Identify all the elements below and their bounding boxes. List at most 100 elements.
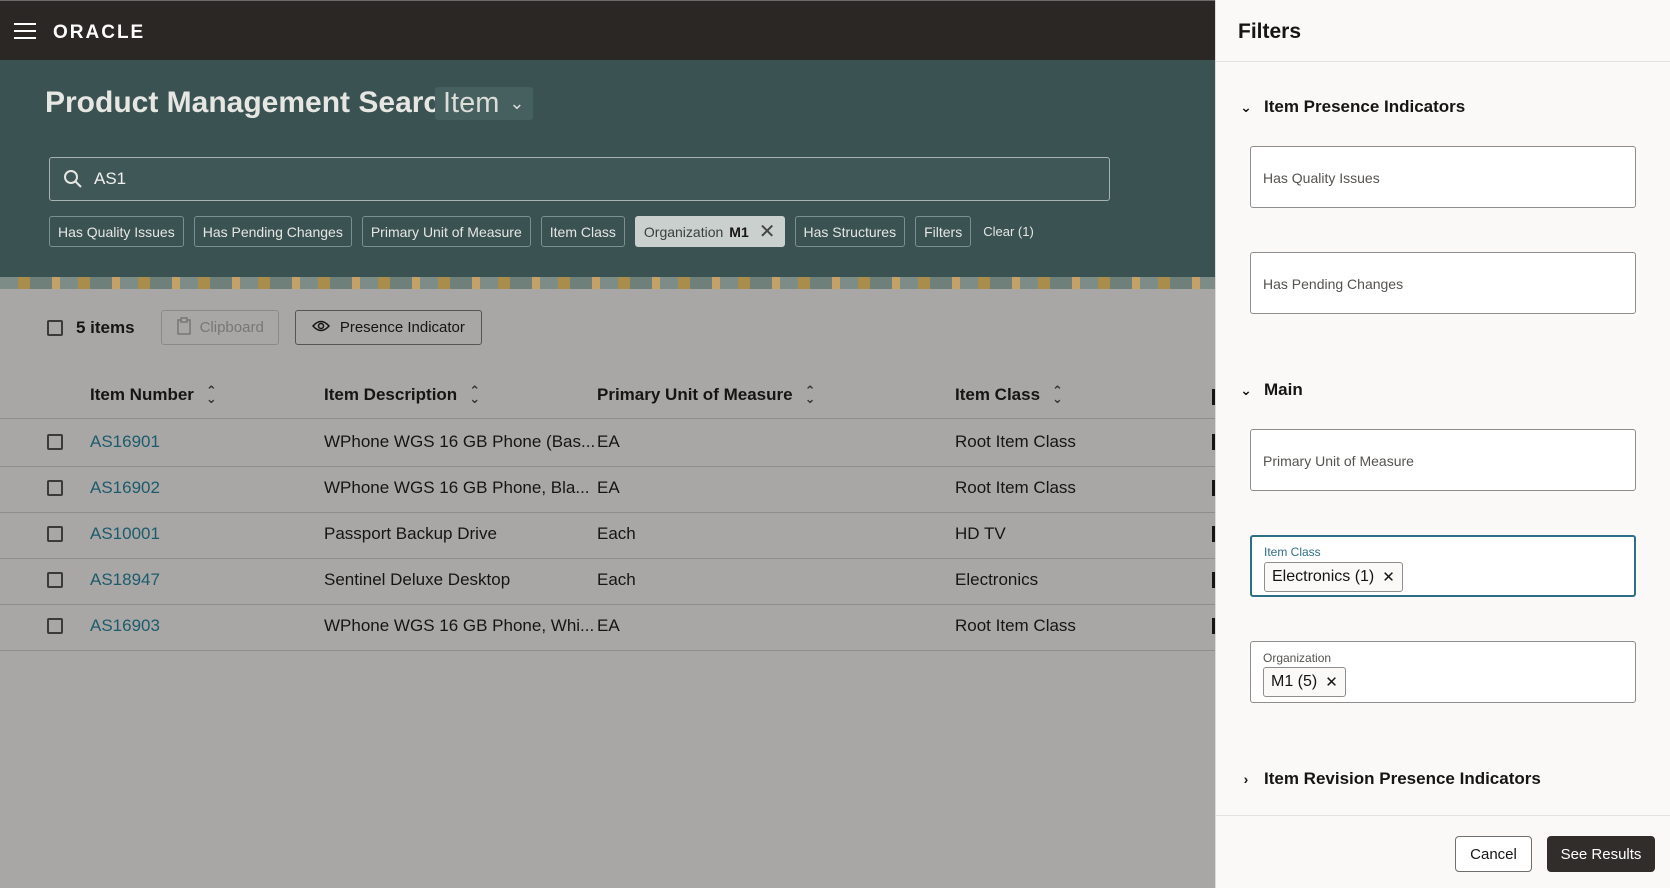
chip-has-structures[interactable]: Has Structures: [794, 216, 906, 247]
chip-label: Item Class: [549, 223, 616, 240]
presence-indicator-button[interactable]: Presence Indicator: [294, 310, 482, 345]
has-pending-changes-field[interactable]: Has Pending Changes: [1250, 252, 1636, 314]
item-number-link[interactable]: AS18947: [90, 570, 160, 590]
chip-label: Has Pending Changes: [202, 223, 343, 240]
chip-label: Has Structures: [803, 223, 897, 240]
sort-icon: ⌃ ⌄: [804, 383, 816, 406]
column-label: Primary Unit of Measure: [597, 385, 793, 404]
row-checkbox[interactable]: [47, 618, 63, 634]
decorative-band: [0, 277, 1215, 289]
page-title: Product Management Search: [45, 86, 459, 119]
sort-icon: ⌃ ⌄: [469, 383, 481, 406]
item-class: Electronics: [955, 570, 1039, 589]
chip-organization[interactable]: Organization M1 ✕: [634, 216, 785, 247]
chip-label: Organization: [643, 223, 724, 240]
table-row[interactable]: AS10001 Passport Backup Drive Each HD TV: [0, 511, 1215, 559]
row-checkbox[interactable]: [47, 572, 63, 588]
search-input[interactable]: [94, 169, 1054, 189]
chip-has-pending-changes[interactable]: Has Pending Changes: [193, 216, 352, 247]
clipboard-button[interactable]: Clipboard: [160, 310, 279, 345]
item-class: Root Item Class: [955, 432, 1076, 451]
field-placeholder: Has Quality Issues: [1263, 170, 1380, 186]
see-results-button[interactable]: See Results: [1547, 836, 1655, 872]
chip-item-class[interactable]: Item Class: [540, 216, 625, 247]
remove-tag-icon[interactable]: ✕: [1325, 673, 1338, 691]
item-class-field[interactable]: Item Class Electronics (1) ✕: [1250, 535, 1636, 597]
sort-icon: ⌃ ⌄: [1052, 383, 1063, 406]
filters-panel: Filters ⌄ Item Presence Indicators Has Q…: [1215, 0, 1670, 888]
primary-uom: Each: [597, 570, 636, 589]
sort-icon: ⌃ ⌄: [205, 383, 217, 406]
item-number-link[interactable]: AS16902: [90, 478, 160, 498]
section-item-presence-indicators[interactable]: ⌄ Item Presence Indicators: [1238, 97, 1465, 117]
field-placeholder: Has Pending Changes: [1263, 276, 1404, 292]
table-row[interactable]: AS16903 WPhone WGS 16 GB Phone, Whi... E…: [0, 603, 1215, 651]
table-row[interactable]: AS16901 WPhone WGS 16 GB Phone (Bas... E…: [0, 419, 1215, 467]
column-header-item-class[interactable]: Item Class ⌃ ⌄: [955, 383, 1063, 406]
remove-tag-icon[interactable]: ✕: [1382, 568, 1395, 586]
field-placeholder: Primary Unit of Measure: [1263, 453, 1414, 469]
chip-filters[interactable]: Filters: [915, 216, 972, 247]
section-label: Main: [1264, 380, 1303, 399]
item-description: Sentinel Deluxe Desktop: [324, 570, 511, 589]
selected-tag: M1 (5) ✕: [1263, 667, 1346, 697]
menu-icon[interactable]: [14, 23, 36, 39]
clipboard-label: Clipboard: [199, 319, 264, 336]
item-class: Root Item Class: [955, 478, 1076, 497]
chevron-right-icon: ›: [1243, 771, 1249, 787]
select-all-checkbox[interactable]: [47, 319, 63, 336]
primary-uom: EA: [597, 616, 620, 635]
chip-primary-uom[interactable]: Primary Unit of Measure: [361, 216, 531, 247]
search-box[interactable]: [49, 157, 1110, 201]
chip-value: M1: [729, 223, 749, 240]
column-label: Item Number: [90, 385, 194, 404]
table-row[interactable]: AS16902 WPhone WGS 16 GB Phone, Bla... E…: [0, 465, 1215, 513]
object-type-dropdown[interactable]: Item ⌄: [435, 87, 533, 120]
field-label: Organization: [1263, 651, 1332, 665]
chevron-down-icon: ⌄: [1240, 381, 1252, 398]
object-type-label: Item: [443, 87, 500, 119]
section-item-revision-presence-indicators[interactable]: › Item Revision Presence Indicators: [1238, 769, 1541, 789]
close-icon[interactable]: ✕: [759, 219, 776, 244]
section-main[interactable]: ⌄ Main: [1238, 380, 1303, 400]
oracle-logo: ORACLE: [53, 22, 146, 43]
organization-field[interactable]: Organization M1 (5) ✕: [1250, 641, 1636, 703]
item-description: WPhone WGS 16 GB Phone, Whi...: [324, 616, 595, 635]
clear-filters-link[interactable]: Clear (1): [983, 224, 1034, 239]
item-number-link[interactable]: AS10001: [90, 524, 160, 544]
field-label: Item Class: [1264, 545, 1321, 559]
results-toolbar: 5 items Clipboard Presence Indicator: [47, 310, 482, 345]
filter-chips: Has Quality Issues Has Pending Changes P…: [49, 216, 1034, 247]
column-header-item-description[interactable]: Item Description ⌃ ⌄: [324, 383, 481, 406]
chevron-down-icon: ⌄: [1240, 98, 1252, 115]
cancel-button[interactable]: Cancel: [1455, 836, 1532, 872]
column-label: Item Description: [324, 385, 458, 404]
item-number-link[interactable]: AS16903: [90, 616, 160, 636]
chevron-down-icon: ⌄: [509, 93, 525, 113]
section-label: Item Revision Presence Indicators: [1264, 769, 1541, 788]
column-header-primary-uom[interactable]: Primary Unit of Measure ⌃ ⌄: [597, 383, 816, 406]
chip-has-quality-issues[interactable]: Has Quality Issues: [49, 216, 184, 247]
item-number-link[interactable]: AS16901: [90, 432, 160, 452]
row-checkbox[interactable]: [47, 480, 63, 496]
has-quality-issues-field[interactable]: Has Quality Issues: [1250, 146, 1636, 208]
tag-label: M1 (5): [1271, 673, 1318, 690]
primary-uom: EA: [597, 478, 620, 497]
primary-uom: EA: [597, 432, 620, 451]
eye-icon: [311, 319, 330, 336]
chip-label: Has Quality Issues: [58, 223, 175, 240]
filters-title: Filters: [1238, 20, 1302, 43]
selected-tag: Electronics (1) ✕: [1264, 562, 1403, 592]
primary-uom: Each: [597, 524, 636, 543]
search-icon: [62, 168, 84, 190]
chip-label: Primary Unit of Measure: [370, 223, 522, 240]
table-row[interactable]: AS18947 Sentinel Deluxe Desktop Each Ele…: [0, 557, 1215, 605]
primary-uom-field[interactable]: Primary Unit of Measure: [1250, 429, 1636, 491]
row-checkbox[interactable]: [47, 434, 63, 450]
item-description: WPhone WGS 16 GB Phone, Bla...: [324, 478, 590, 497]
chip-label: Filters: [924, 223, 963, 240]
column-label: Item Class: [955, 385, 1041, 404]
page: ORACLE Product Management Search Item ⌄ …: [0, 0, 1670, 888]
row-checkbox[interactable]: [47, 526, 63, 542]
column-header-item-number[interactable]: Item Number ⌃ ⌄: [90, 383, 217, 406]
